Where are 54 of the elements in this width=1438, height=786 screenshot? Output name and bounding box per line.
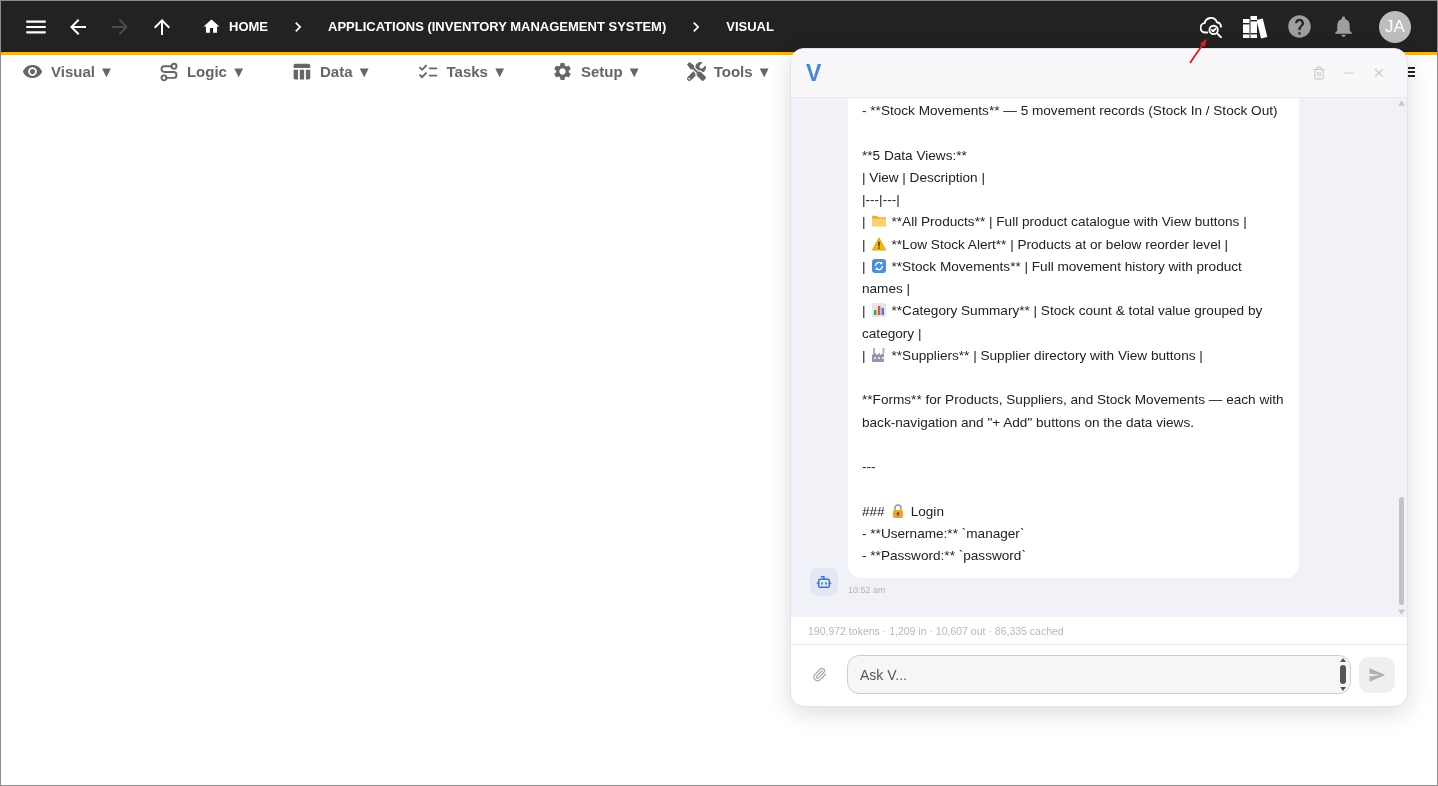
breadcrumb-link[interactable]: VISUAL xyxy=(726,19,774,34)
message-text: | xyxy=(862,258,866,274)
robot-icon xyxy=(810,568,838,597)
warning-icon xyxy=(871,236,886,251)
message-text: category | xyxy=(862,325,922,341)
refresh-icon xyxy=(871,258,886,273)
bar-chart-icon xyxy=(871,303,886,318)
breadcrumb-link[interactable]: HOME xyxy=(202,17,268,36)
token-usage-text: 190,972 tokens · 1,209 in · 10,607 out · 86,335 cached xyxy=(791,617,1407,645)
message-text: |---|---| xyxy=(862,191,901,209)
message-text: **Category Summary** | Stock count & total value grouped by xyxy=(891,303,1263,319)
message-text: **5 Data Views:** xyxy=(862,146,968,165)
toolbar-menu-button[interactable]: Visual ▼ xyxy=(22,61,114,82)
message-input[interactable]: Ask V... xyxy=(847,655,1351,694)
tools-icon xyxy=(686,62,706,81)
logo: V xyxy=(806,61,822,85)
message-text: | xyxy=(862,303,866,319)
message-text: --- xyxy=(862,458,877,476)
paperclip-icon[interactable] xyxy=(812,667,827,682)
books-icon[interactable] xyxy=(1242,14,1268,39)
home-icon xyxy=(202,17,221,36)
message-text: - **Stock Movements** — 5 movement records (Stock In / Stock Out) xyxy=(862,102,1279,120)
message-text: **Stock Movements** | Full movement history with product xyxy=(891,258,1242,274)
pointer-arrow xyxy=(1188,38,1208,64)
toolbar-menu-button[interactable]: Setup ▼ xyxy=(552,61,642,82)
message-text: Login xyxy=(910,503,944,519)
menu-icon[interactable] xyxy=(1408,66,1415,77)
message-text: | xyxy=(862,347,866,363)
scrollbar[interactable] xyxy=(1339,658,1347,691)
message-text: ### xyxy=(862,503,885,519)
cloud-search-icon[interactable] xyxy=(1200,15,1222,38)
message-text: | xyxy=(862,214,866,230)
toolbar-menu-button[interactable]: Tasks ▼ xyxy=(416,60,507,83)
toolbar-menu-button[interactable]: Tools ▼ xyxy=(686,62,772,81)
folder-icon xyxy=(871,214,886,229)
table-icon xyxy=(291,61,312,82)
gear-icon xyxy=(552,61,573,82)
message-text: - **Password:** `password` xyxy=(862,547,1027,565)
route-icon xyxy=(158,61,179,82)
message-text: names | xyxy=(862,281,911,296)
message-text: **Low Stock Alert** | Products at or below reorder level | xyxy=(891,236,1229,252)
message-text: **All Products** | Full product catalogue with View buttons | xyxy=(891,214,1247,230)
message-text: **Forms** for Products, Suppliers, and Stock Movements — each with back-navigation and "+ Add" buttons on the data views. xyxy=(862,391,1285,432)
toolbar-menu-button[interactable]: Data ▼ xyxy=(291,61,372,82)
message-text: **Suppliers** | Supplier directory with View buttons | xyxy=(891,347,1203,363)
lock-icon xyxy=(890,503,905,518)
factory-icon xyxy=(871,347,886,362)
help-icon[interactable] xyxy=(1285,13,1313,40)
message-text: - **Username:** `manager` xyxy=(862,524,1026,543)
scrollbar-thumb[interactable] xyxy=(1399,497,1404,605)
breadcrumb-link[interactable]: APPLICATIONS (INVENTORY MANAGEMENT SYSTEM) xyxy=(328,19,667,34)
message-text: | View | Description | xyxy=(862,168,986,187)
toolbar-menu-button[interactable]: Logic ▼ xyxy=(158,61,246,82)
message-text: | xyxy=(862,236,866,252)
